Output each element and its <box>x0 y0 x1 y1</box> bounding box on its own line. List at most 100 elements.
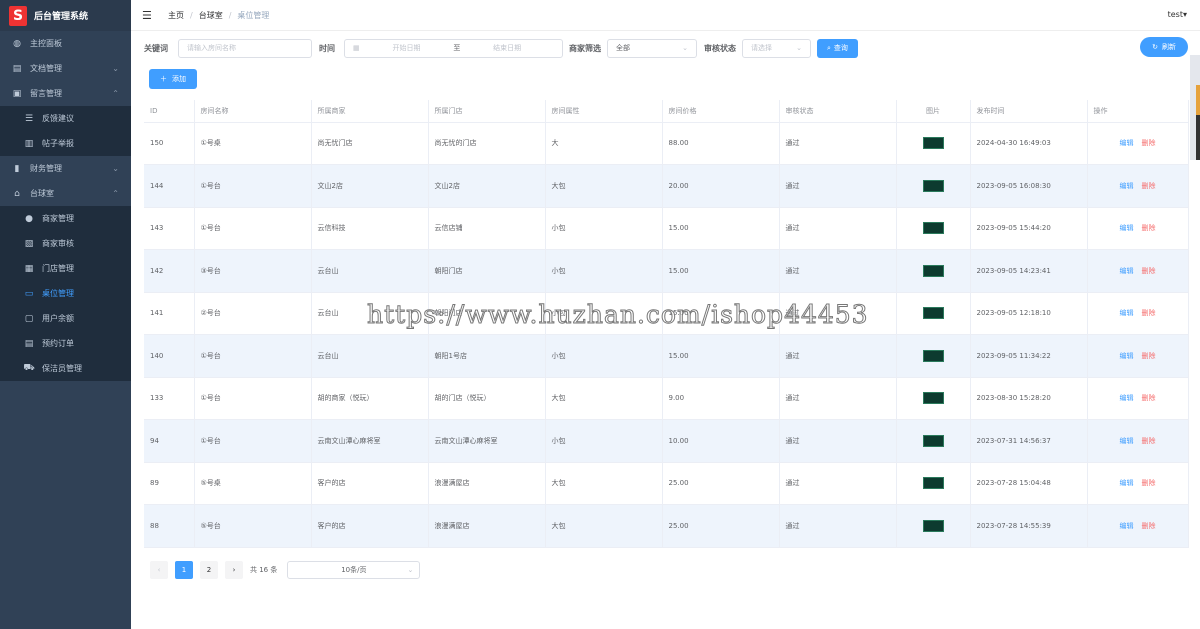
edit-link[interactable]: 编辑 <box>1120 352 1134 360</box>
sidebar-item[interactable]: ⌂ 台球室 ⌃ <box>0 181 131 206</box>
chart-icon: ▮ <box>14 163 20 174</box>
add-button[interactable]: ＋ 添加 <box>149 69 197 89</box>
hamburger-icon[interactable]: ☰ <box>142 9 152 22</box>
room-thumbnail[interactable] <box>922 137 944 150</box>
price-cell: 88.00 <box>662 122 780 165</box>
sidebar-item-label: 保洁员管理 <box>42 364 82 373</box>
audit-icon: ▧ <box>24 238 34 249</box>
end-date-input[interactable]: 结束日期 <box>493 43 521 53</box>
user-menu[interactable]: test▾ <box>1168 10 1187 19</box>
breadcrumb: 主页 / 台球室 / 桌位管理 <box>168 10 269 21</box>
edit-link[interactable]: 编辑 <box>1120 394 1134 402</box>
room-thumbnail[interactable] <box>922 349 944 362</box>
sidebar-item[interactable]: ▭ 桌位管理 <box>0 281 131 306</box>
actions-cell: 编辑 删除 <box>1087 334 1189 378</box>
top-bar: ☰ 主页 / 台球室 / 桌位管理 test▾ <box>131 0 1200 31</box>
edit-link[interactable]: 编辑 <box>1120 437 1134 445</box>
sidebar-item[interactable]: ◍ 主控面板 <box>0 31 131 56</box>
next-page-button[interactable]: › <box>225 561 243 579</box>
edit-link[interactable]: 编辑 <box>1120 182 1134 190</box>
delete-link[interactable]: 删除 <box>1142 437 1156 445</box>
sidebar-submenu: ☰ 反馈建议 ▥ 帖子举报 <box>0 106 131 156</box>
pagination: ‹ 1 2 › 共 16 条 10条/页 ⌄ <box>150 561 421 579</box>
breadcrumb-parent[interactable]: 台球室 <box>199 10 223 21</box>
price-cell: 25.00 <box>662 462 780 505</box>
logo: S 后台管理系统 <box>0 0 131 31</box>
image-cell <box>896 419 971 463</box>
publish-time-cell: 2023-09-05 12:18:10 <box>970 292 1088 335</box>
breadcrumb-home[interactable]: 主页 <box>168 10 184 21</box>
delete-link[interactable]: 删除 <box>1142 182 1156 190</box>
sidebar-item[interactable]: ⛟ 保洁员管理 <box>0 356 131 381</box>
delete-link[interactable]: 删除 <box>1142 352 1156 360</box>
room-thumbnail[interactable] <box>922 307 944 320</box>
delete-link[interactable]: 删除 <box>1142 522 1156 530</box>
id-cell: 89 <box>144 462 195 505</box>
sidebar-item[interactable]: ☰ 反馈建议 <box>0 106 131 131</box>
room-thumbnail[interactable] <box>922 264 944 277</box>
room-thumbnail[interactable] <box>922 392 944 405</box>
price-cell: 15.00 <box>662 207 780 250</box>
search-button[interactable]: ⌕ 查询 <box>817 38 858 58</box>
sidebar-item[interactable]: ● 商家管理 <box>0 206 131 231</box>
column-header: 操作 <box>1087 100 1189 123</box>
sidebar-item[interactable]: ▢ 用户余额 <box>0 306 131 331</box>
merchant-cell: 尚无忧门店 <box>311 122 429 165</box>
delete-link[interactable]: 删除 <box>1142 479 1156 487</box>
publish-time-cell: 2023-09-05 15:44:20 <box>970 207 1088 250</box>
delete-link[interactable]: 删除 <box>1142 394 1156 402</box>
edit-link[interactable]: 编辑 <box>1120 224 1134 232</box>
room-type-cell: 大包 <box>545 504 663 548</box>
image-cell <box>896 377 971 420</box>
order-icon: ▤ <box>24 338 34 349</box>
prev-page-button[interactable]: ‹ <box>150 561 168 579</box>
delete-link[interactable]: 删除 <box>1142 309 1156 317</box>
folder-icon: ▢ <box>24 313 34 324</box>
merchant-cell: 云台山 <box>311 334 429 378</box>
sidebar-item[interactable]: ▥ 帖子举报 <box>0 131 131 156</box>
edit-link[interactable]: 编辑 <box>1120 267 1134 275</box>
sidebar-item[interactable]: ▣ 留言管理 ⌃ <box>0 81 131 106</box>
table-row: 143 ①号台 云信科技 云信店铺 小包 15.00 通过 2023-09-05 15:44:… <box>144 207 1189 250</box>
sidebar-item-label: 台球室 <box>30 189 54 198</box>
merchant-select[interactable]: 全部 ⌄ <box>607 38 697 58</box>
page-1-button[interactable]: 1 <box>175 561 193 579</box>
sidebar-item[interactable]: ▮ 财务管理 ⌄ <box>0 156 131 181</box>
sidebar-item-label: 文档管理 <box>30 64 62 73</box>
publish-time-cell: 2023-07-28 15:04:48 <box>970 462 1088 505</box>
user-icon: ● <box>25 213 33 224</box>
edit-link[interactable]: 编辑 <box>1120 522 1134 530</box>
sidebar-item[interactable]: ▤ 预约订单 <box>0 331 131 356</box>
delete-link[interactable]: 删除 <box>1142 224 1156 232</box>
date-range-picker[interactable]: ▦ 开始日期 至 结束日期 <box>344 38 563 58</box>
room-thumbnail[interactable] <box>922 179 944 192</box>
page-size-select[interactable]: 10条/页 ⌄ <box>287 561 421 579</box>
delete-link[interactable]: 删除 <box>1142 139 1156 147</box>
edit-link[interactable]: 编辑 <box>1120 479 1134 487</box>
audit-select[interactable]: 请选择 ⌄ <box>742 38 811 58</box>
data-table: ID 房间名称 所属商家 所属门店 房间属性 房间价格 审核状态 图片 发布时间 操作 150 ①号… <box>144 100 1189 548</box>
room-type-cell: 大包 <box>545 462 663 505</box>
image-cell <box>896 334 971 378</box>
delete-link[interactable]: 删除 <box>1142 267 1156 275</box>
table-row: 89 ⑤号桌 客户的店 浪漫满屋店 大包 25.00 通过 2023-07-28 15:04:… <box>144 462 1189 505</box>
column-header: 发布时间 <box>970 100 1088 123</box>
room-thumbnail[interactable] <box>922 434 944 447</box>
refresh-button[interactable]: ↻ 刷新 <box>1140 37 1188 57</box>
edit-link[interactable]: 编辑 <box>1120 309 1134 317</box>
start-date-input[interactable]: 开始日期 <box>392 43 420 53</box>
sidebar-item-label: 用户余额 <box>42 314 74 323</box>
edit-link[interactable]: 编辑 <box>1120 139 1134 147</box>
room-thumbnail[interactable] <box>922 222 944 235</box>
audit-status-cell: 通过 <box>779 462 897 505</box>
page-2-button[interactable]: 2 <box>200 561 218 579</box>
sidebar-item[interactable]: ▤ 文档管理 ⌄ <box>0 56 131 81</box>
keyword-input[interactable]: 请输入房间名称 <box>178 38 312 58</box>
id-cell: 88 <box>144 504 195 548</box>
room-thumbnail[interactable] <box>922 519 944 532</box>
room-thumbnail[interactable] <box>922 477 944 490</box>
sidebar-item[interactable]: ▦ 门店管理 <box>0 256 131 281</box>
publish-time-cell: 2023-07-31 14:56:37 <box>970 419 1088 463</box>
table-row: 88 ⑤号台 客户的店 浪漫满屋店 大包 25.00 通过 2023-07-28 14:55:… <box>144 504 1189 548</box>
sidebar-item[interactable]: ▧ 商家审核 <box>0 231 131 256</box>
